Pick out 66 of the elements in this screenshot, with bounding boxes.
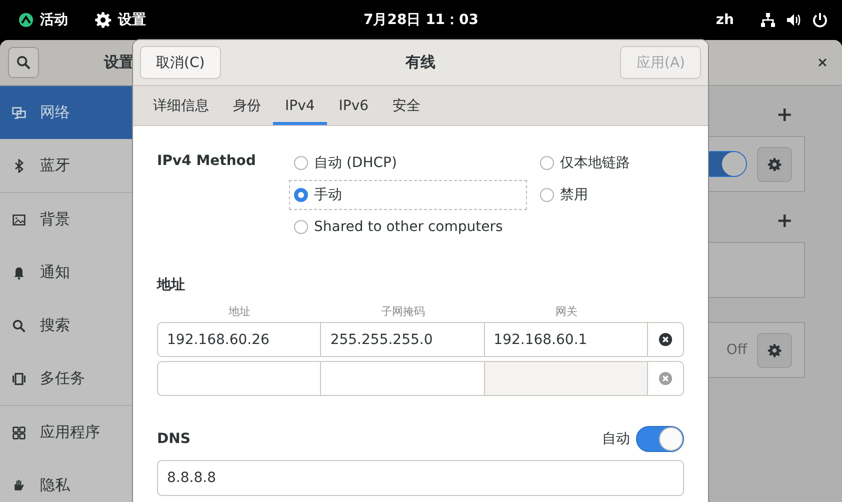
radio-option[interactable]: 自动 (DHCP) — [289, 148, 527, 178]
bluetooth-icon — [12, 158, 26, 172]
app-menu-button[interactable]: 设置 — [88, 7, 152, 33]
sidebar-item[interactable]: 背景 — [0, 193, 132, 246]
input-method-button[interactable]: zh — [710, 8, 740, 32]
sidebar-item[interactable]: 隐私 — [0, 459, 132, 502]
settings-icon — [767, 156, 782, 172]
input-field[interactable]: 192.168.60.26 — [158, 323, 320, 356]
search-icon — [12, 318, 26, 332]
column-header: 网关 — [554, 304, 578, 319]
tab[interactable]: IPv6 — [326, 86, 381, 125]
gear-icon — [94, 11, 112, 29]
sidebar-item[interactable]: 通知 — [0, 246, 132, 299]
toggle-switch[interactable] — [636, 426, 684, 452]
window-title: 设置 — [104, 53, 134, 72]
tab[interactable]: IPv4 — [273, 86, 327, 125]
radio-option[interactable]: 仅本地链路 — [535, 148, 635, 178]
sidebar-item[interactable]: 应用程序 — [0, 406, 132, 459]
tab[interactable]: 安全 — [380, 86, 433, 125]
remove-button[interactable] — [648, 323, 683, 356]
grid-icon — [12, 426, 26, 440]
radio-option[interactable]: Shared to other computers — [289, 212, 527, 242]
sidebar-item[interactable]: 蓝牙 — [0, 139, 132, 192]
clear-icon — [658, 371, 673, 386]
volume-icon — [786, 12, 802, 28]
sidebar-item[interactable]: 搜索 — [0, 299, 132, 352]
section-heading: DNS — [157, 431, 190, 447]
cancel-button[interactable]: 取消(C) — [140, 46, 221, 79]
field-label: IPv4 Method — [157, 152, 257, 169]
radio-option[interactable]: 禁用 — [535, 180, 635, 210]
section-heading: 地址 — [157, 276, 186, 294]
input-field[interactable]: 8.8.8.8 — [157, 460, 684, 496]
logo-icon — [18, 12, 34, 28]
power-icon — [812, 12, 828, 28]
column-header: 地址 — [228, 304, 252, 319]
hand-icon — [12, 478, 26, 492]
add-button[interactable]: + — [776, 208, 793, 232]
status-text: Off — [726, 342, 747, 358]
input-field[interactable] — [484, 362, 647, 395]
radio-option[interactable]: 手动 — [289, 180, 527, 210]
sidebar-item[interactable]: 多任务 — [0, 352, 132, 405]
input-field[interactable] — [321, 362, 484, 395]
search-button[interactable] — [8, 47, 39, 78]
network-icon — [760, 12, 776, 28]
input-field[interactable]: 192.168.60.1 — [484, 323, 647, 356]
search-icon — [16, 55, 31, 70]
picture-icon — [12, 212, 26, 226]
bell-icon — [12, 266, 26, 280]
clock-button[interactable]: 7月28日 11：03 — [357, 7, 485, 33]
switch-label: 自动 — [602, 430, 630, 448]
window-stack-icon — [12, 372, 26, 386]
add-button[interactable]: + — [776, 102, 793, 126]
input-field[interactable]: 255.255.255.0 — [321, 323, 484, 356]
tab[interactable]: 详细信息 — [141, 86, 221, 125]
sidebar-item[interactable]: 网络 — [0, 86, 132, 139]
close-icon — [817, 57, 828, 68]
clear-icon — [658, 332, 673, 347]
settings-button[interactable] — [757, 332, 792, 368]
dialog-title: 有线 — [406, 53, 436, 72]
column-header: 子网掩码 — [380, 304, 426, 319]
input-field[interactable] — [158, 362, 320, 395]
tab[interactable]: 身份 — [221, 86, 273, 125]
network-icon — [12, 106, 26, 120]
activities-button[interactable]: 活动 — [12, 7, 74, 33]
settings-icon — [767, 342, 782, 358]
settings-button[interactable] — [757, 146, 792, 182]
